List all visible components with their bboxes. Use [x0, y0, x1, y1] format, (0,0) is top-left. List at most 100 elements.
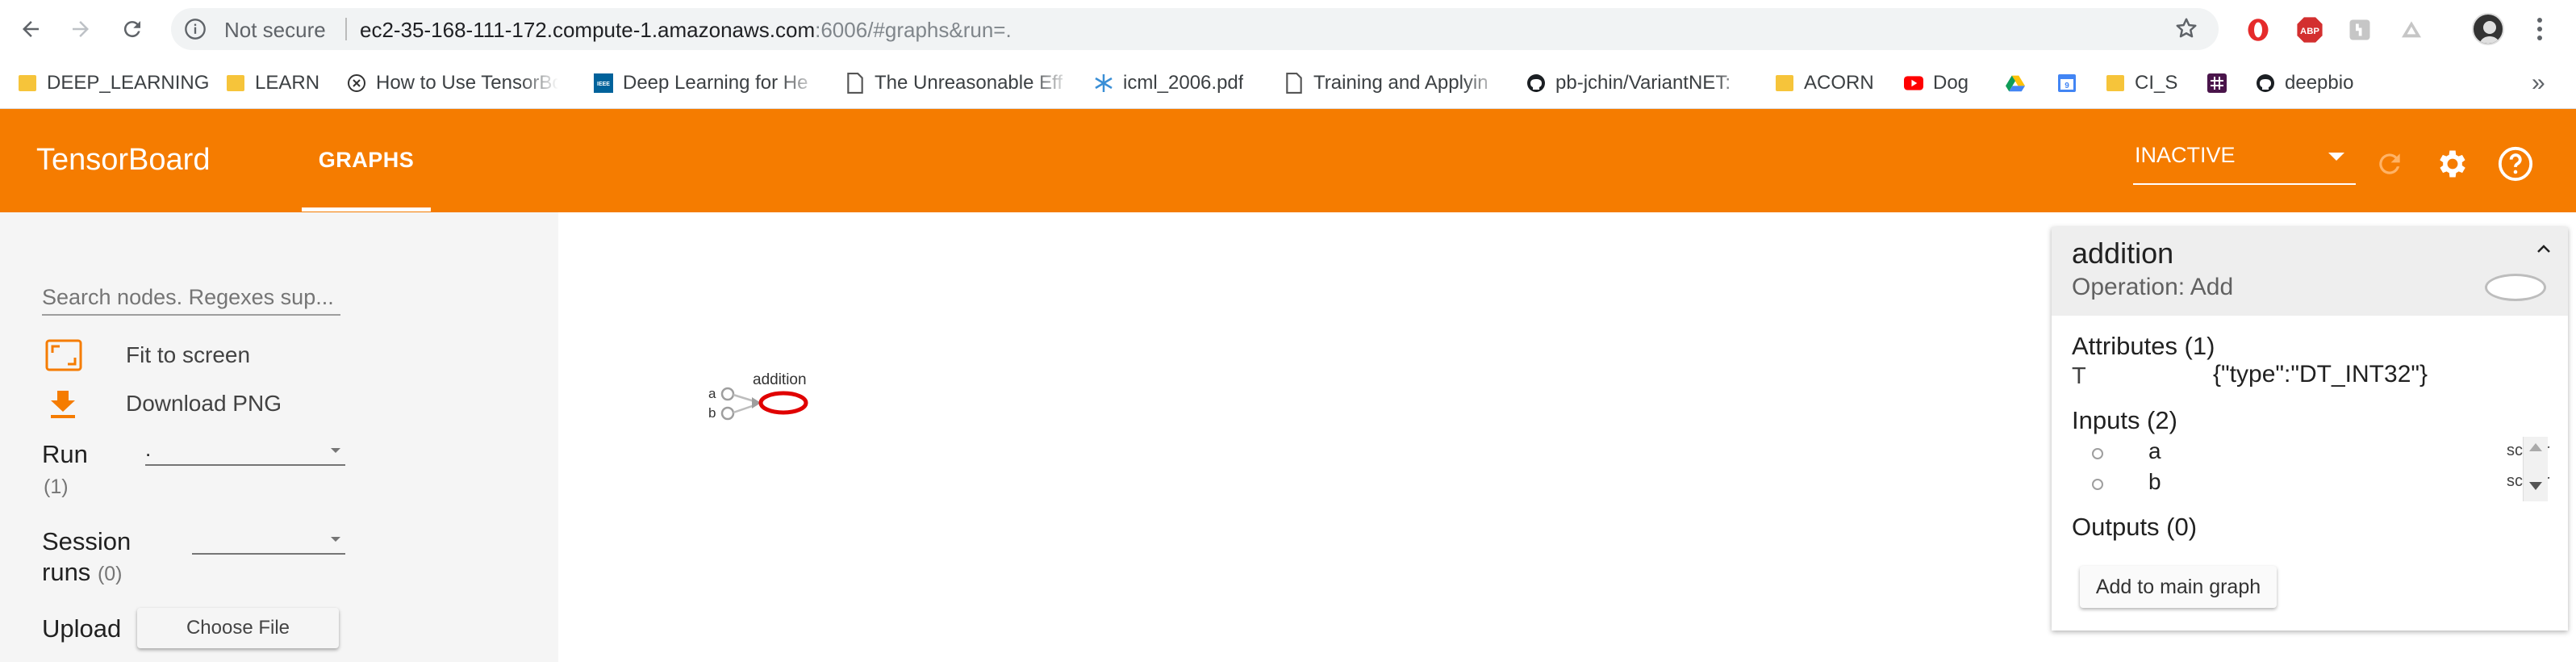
fit-to-screen-button[interactable]: Fit to screen: [45, 337, 250, 374]
bookmark-item[interactable]: How to Use TensorBo: [347, 68, 558, 98]
omnibox-divider: [345, 18, 347, 40]
circle-x-icon: [347, 73, 366, 93]
run-label: Run: [42, 440, 88, 469]
session-label-2: runs (0): [42, 558, 123, 587]
run-count: (1): [44, 476, 69, 498]
session-label: Session: [42, 527, 131, 556]
node-operation: Operation: Add: [2072, 274, 2234, 300]
help-icon[interactable]: [2495, 143, 2536, 185]
attribute-key: T: [2072, 363, 2086, 389]
input-a-label: a: [708, 386, 716, 401]
choose-file-button[interactable]: Choose File: [137, 608, 339, 648]
outputs-title: Outputs (0): [2072, 513, 2198, 541]
folder-icon: [2106, 73, 2125, 93]
bookmark-label: How to Use TensorBo: [376, 72, 558, 94]
inputs-scrollbar[interactable]: [2523, 437, 2548, 501]
add-to-main-graph-button[interactable]: Add to main graph: [2080, 566, 2277, 608]
bookmarks-overflow-icon[interactable]: »: [2532, 69, 2545, 97]
bookmark-item[interactable]: Training and Applyin: [1284, 68, 1502, 98]
info-icon[interactable]: [184, 18, 207, 44]
input-row[interactable]: b scalar: [2092, 469, 2549, 498]
attributes-title: Attributes (1): [2072, 332, 2215, 360]
avatar[interactable]: [2472, 13, 2504, 45]
star-icon[interactable]: [2174, 16, 2198, 44]
input-node-b[interactable]: b: [708, 405, 735, 421]
download-png-label: Download PNG: [126, 391, 282, 416]
upload-label: Upload: [42, 614, 122, 643]
snowflake-icon: [1094, 73, 1113, 93]
bookmark-label: icml_2006.pdf: [1123, 72, 1244, 94]
tab-graphs[interactable]: GRAPHS: [302, 148, 431, 173]
ieee-label: IEEE: [597, 82, 610, 87]
url-text[interactable]: ec2-35-168-111-172.compute-1.amazonaws.c…: [360, 18, 1012, 43]
input-node-a[interactable]: a: [708, 386, 735, 401]
bookmark-item[interactable]: ACORN: [1775, 68, 1874, 98]
bookmarks-bar: DEEP_LEARNING LEARN How to Use TensorBo …: [0, 58, 2576, 109]
back-button[interactable]: [15, 13, 47, 45]
scroll-down-icon[interactable]: [2529, 482, 2542, 490]
session-label-line2: runs: [42, 558, 91, 586]
bookmark-item[interactable]: pb-jchin/VariantNET:: [1526, 68, 1754, 98]
bookmark-item[interactable]: DEEP_LEARNING: [18, 68, 209, 98]
bookmark-item[interactable]: LEARN: [226, 68, 319, 98]
calendar-day: 9: [2065, 82, 2069, 90]
refresh-icon[interactable]: [2369, 143, 2411, 185]
browser-menu-icon[interactable]: [2532, 13, 2548, 45]
bookmark-item[interactable]: CI_S: [2106, 68, 2177, 98]
node-shape-icon: [2485, 274, 2546, 301]
slack-icon: [2207, 73, 2227, 93]
graph-svg: a b addition: [708, 371, 808, 421]
plugin-select-value: INACTIVE: [2135, 143, 2236, 167]
ieee-icon: IEEE: [594, 73, 613, 93]
bookmark-drive[interactable]: [2006, 68, 2025, 98]
arrow-left-icon: [23, 21, 39, 37]
browser-toolbar: Not secure ec2-35-168-111-172.compute-1.…: [0, 0, 2576, 58]
bookmark-item[interactable]: The Unreasonable Eff: [845, 68, 1071, 98]
node-info-card: addition Operation: Add Attributes (1) T…: [2052, 227, 2568, 631]
bookmark-label: The Unreasonable Eff: [875, 72, 1063, 94]
adblock-icon[interactable]: ABP: [2296, 16, 2323, 44]
input-bullet-icon: [2092, 479, 2103, 490]
addition-node-label: addition: [753, 371, 807, 388]
input-name: b: [2148, 469, 2161, 494]
scroll-up-icon[interactable]: [2529, 443, 2542, 451]
inputs-title: Inputs (2): [2072, 406, 2177, 434]
bookmark-item[interactable]: deepbio: [2256, 68, 2353, 98]
bookmark-item[interactable]: IEEE Deep Learning for He: [594, 68, 820, 98]
run-dropdown[interactable]: .: [145, 437, 345, 466]
address-bar[interactable]: Not secure ec2-35-168-111-172.compute-1.…: [171, 8, 2219, 50]
bookmark-label: Training and Applyin: [1313, 72, 1488, 94]
extension-icon[interactable]: [2346, 16, 2374, 44]
bookmark-label: deepbio: [2285, 72, 2354, 94]
fit-to-screen-label: Fit to screen: [126, 342, 251, 367]
bookmark-item[interactable]: Dog: [1904, 68, 1969, 98]
active-tab-indicator: [302, 207, 431, 212]
opera-icon[interactable]: [2244, 16, 2272, 44]
bookmark-item[interactable]: icml_2006.pdf: [1094, 68, 1243, 98]
calendar-icon: 9: [2057, 73, 2077, 93]
bookmark-slack[interactable]: [2207, 68, 2227, 98]
session-runs-dropdown[interactable]: [192, 527, 345, 555]
bookmark-label: ACORN: [1804, 72, 1874, 94]
gear-icon[interactable]: [2432, 143, 2474, 185]
bookmark-label: CI_S: [2135, 72, 2178, 94]
input-row[interactable]: a scalar: [2092, 438, 2549, 467]
bookmark-label: LEARN: [255, 72, 320, 94]
download-png-button[interactable]: Download PNG: [45, 385, 282, 422]
forward-button[interactable]: [65, 13, 97, 45]
session-count: (0): [97, 563, 123, 585]
drive-icon: [2006, 73, 2025, 93]
security-label: Not secure: [224, 18, 326, 42]
folder-icon: [1775, 73, 1794, 93]
tensorboard-header: TensorBoard GRAPHS INACTIVE: [0, 109, 2576, 212]
bookmark-calendar[interactable]: 9: [2057, 68, 2077, 98]
reload-button[interactable]: [116, 13, 148, 45]
run-label-text: Run: [42, 440, 88, 468]
chevron-down-icon: [331, 448, 340, 453]
url-host: ec2-35-168-111-172.compute-1.amazonaws.c…: [360, 18, 816, 42]
cloud-icon[interactable]: [2398, 16, 2425, 44]
chevron-up-icon[interactable]: [2529, 235, 2558, 264]
search-input[interactable]: Search nodes. Regexes sup...: [42, 285, 340, 316]
addition-node[interactable]: addition: [753, 371, 808, 415]
plugin-select[interactable]: INACTIVE: [2133, 143, 2356, 185]
